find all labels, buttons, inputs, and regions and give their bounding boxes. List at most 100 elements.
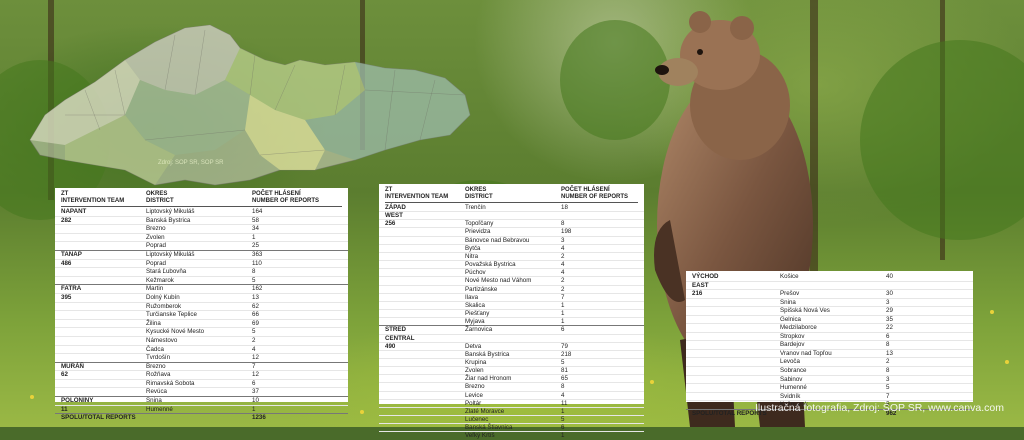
reports-table-west-central: ZT INTERVENTION TEAM OKRES DISTRICT POČET … — [379, 184, 644, 439]
district-cell: Čadca — [146, 345, 164, 353]
district-cell: Levoča — [780, 358, 800, 366]
team-cell — [385, 310, 465, 317]
team-cell — [692, 299, 780, 307]
count-cell: 164 — [252, 208, 263, 215]
count-cell: 1 — [561, 407, 565, 415]
table-row: 216 Prešov 30 — [686, 289, 973, 298]
district-cell: Detva — [465, 342, 482, 350]
count-cell: 218 — [561, 350, 572, 358]
table-body: NAPANT Liptovský Mikuláš 164 282 Banská Byst… — [55, 208, 348, 422]
count-cell: 5 — [561, 416, 565, 424]
team-cell — [385, 294, 465, 301]
count-cell: 25 — [252, 242, 259, 250]
team-cell — [385, 400, 465, 407]
district-cell: Krupina — [465, 358, 487, 366]
team-cell — [61, 234, 146, 242]
district-cell: Stropkov — [780, 332, 805, 340]
count-cell: 8 — [561, 383, 565, 391]
count-cell: 5 — [252, 328, 256, 336]
team-cell — [385, 253, 465, 260]
district-cell: Kežmarok — [146, 276, 174, 284]
table-row: Bytča 4 — [379, 243, 644, 252]
count-cell: 4 — [561, 391, 565, 399]
district-cell: Bytča — [465, 244, 481, 252]
district-cell: Skalica — [465, 301, 485, 309]
team-cell: TANAP — [61, 250, 82, 258]
reports-table-central-parks: ZT INTERVENTION TEAM OKRES DISTRICT POČET … — [55, 188, 348, 421]
count-cell: 7 — [886, 392, 890, 400]
district-cell: Veľký Krtíš — [465, 432, 495, 440]
table-row: Žilina 69 — [55, 318, 348, 328]
table-row: Sobrance 8 — [686, 366, 973, 375]
district-cell: Košice — [780, 273, 799, 280]
slovakia-district-map — [29, 24, 471, 186]
table-row: ZÁPAD Trenčín 18 — [379, 204, 644, 211]
district-cell: Nitra — [465, 252, 479, 260]
table-row: Bardejov 8 — [686, 340, 973, 349]
team-cell: CENTRAL — [385, 334, 415, 342]
map-caption: Zdroj: ŠOP SR, ŠOP SR — [158, 160, 224, 166]
district-cell: Prešov — [780, 290, 800, 298]
count-cell: 12 — [252, 354, 259, 362]
count-cell: 58 — [252, 216, 259, 224]
count-cell: 8 — [886, 367, 890, 375]
district-cell: Bardejov — [780, 341, 805, 349]
count-cell: 162 — [252, 285, 263, 293]
count-cell: 6 — [252, 379, 256, 387]
table-row: MURÁŇ Brezno 7 — [55, 361, 348, 371]
table-row: Veľký Krtíš 1 — [379, 431, 644, 439]
table-row: Ilava 7 — [379, 292, 644, 301]
count-cell: 1 — [561, 310, 565, 318]
table-row: Brezno 34 — [55, 224, 348, 233]
table-row: Nitra 2 — [379, 251, 644, 260]
table-row: 11 Humenné 1 — [55, 404, 348, 414]
team-cell — [692, 333, 780, 341]
table-row: Brezno 8 — [379, 382, 644, 390]
count-cell: 6 — [886, 332, 890, 340]
team-cell — [61, 242, 146, 250]
team-cell: 490 — [385, 342, 396, 350]
district-cell: Banská Bystrica — [146, 216, 191, 224]
team-cell: STRED — [385, 326, 406, 334]
photo-credit: Ilustračná fotografia, Zdroj: ŠOP SR, ww… — [755, 402, 1004, 414]
count-cell — [886, 282, 967, 290]
district-cell: Martin — [146, 285, 164, 293]
count-cell: 1 — [561, 318, 565, 326]
team-cell — [692, 341, 780, 349]
district-cell: Prievidza — [465, 228, 491, 236]
district-cell: Kysucké Nové Mesto — [146, 328, 205, 336]
team-cell — [385, 286, 465, 293]
district-cell: Ilava — [465, 293, 479, 301]
team-cell — [692, 307, 780, 315]
count-cell: 34 — [252, 225, 259, 233]
district-cell: Myjava — [465, 318, 485, 326]
table-row: Revúca 37 — [55, 387, 348, 396]
district-cell: Banská Štiavnica — [465, 424, 513, 432]
table-row: Svidník 7 — [686, 391, 973, 401]
header-count-label: POČET HLÁSENÍ — [252, 191, 301, 197]
team-cell — [385, 359, 465, 366]
count-cell: 37 — [252, 388, 259, 396]
table-row: Lučenec 5 — [379, 415, 644, 423]
district-cell: Brezno — [465, 383, 485, 391]
table-row: WEST — [379, 211, 644, 219]
count-cell: 4 — [561, 261, 565, 269]
count-cell: 8 — [886, 341, 890, 349]
count-cell: 1 — [561, 432, 565, 440]
reports-table-east: VÝCHOD Košice 40 EAST 216 Prešov 30 Snina 3 Spišs… — [686, 271, 973, 417]
count-cell: 3 — [561, 236, 565, 244]
district-cell: Banská Bystrica — [465, 350, 510, 358]
team-cell — [61, 303, 146, 311]
table-row: EAST — [686, 280, 973, 290]
district-cell: Revúca — [146, 388, 167, 396]
team-cell — [385, 261, 465, 268]
count-cell: 4 — [561, 269, 565, 277]
team-cell — [385, 318, 465, 325]
district-cell: Bánovce nad Bebravou — [465, 236, 530, 244]
team-cell — [61, 388, 146, 396]
team-cell: POLONINY — [61, 397, 94, 405]
district-cell: Piešťany — [465, 310, 490, 318]
table-row: Kežmarok 5 — [55, 275, 348, 285]
table-row: 486 Poprad 110 — [55, 258, 348, 268]
table-row: Čadca 4 — [55, 344, 348, 354]
